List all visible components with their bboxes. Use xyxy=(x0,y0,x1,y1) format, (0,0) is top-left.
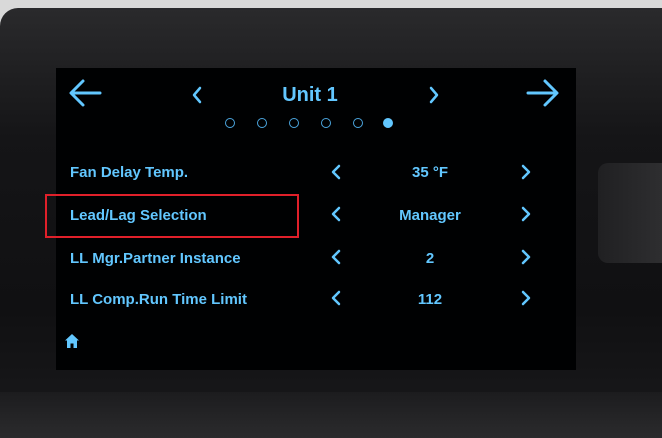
arrow-right-icon xyxy=(526,79,559,107)
forward-arrow-icon[interactable] xyxy=(526,78,560,114)
home-button[interactable] xyxy=(64,333,80,349)
page-dot xyxy=(353,118,363,128)
chevron-left-icon xyxy=(331,206,341,222)
page-dot-active xyxy=(383,118,393,128)
chevron-right-icon xyxy=(521,249,531,265)
setting-value-lead-lag-selection: Manager xyxy=(399,207,461,224)
next-unit-button[interactable] xyxy=(428,86,440,108)
chevron-left-icon xyxy=(331,249,341,265)
home-icon xyxy=(65,334,79,348)
arrow-left-icon xyxy=(69,79,102,107)
decrease-ll-comp-run-time-limit-button[interactable] xyxy=(330,289,342,310)
increase-lead-lag-selection-button[interactable] xyxy=(520,205,532,226)
page-dot xyxy=(289,118,299,128)
prev-unit-button[interactable] xyxy=(191,86,203,108)
setting-value-fan-delay-temp: 35 °F xyxy=(411,164,448,181)
setting-value-ll-comp-run-time-limit: 112 xyxy=(417,291,443,308)
chevron-right-icon xyxy=(521,206,531,222)
increase-fan-delay-temp-button[interactable] xyxy=(520,163,532,184)
page-title: Unit 1 xyxy=(282,84,338,106)
page-dot xyxy=(321,118,331,128)
chevron-left-icon xyxy=(331,164,341,180)
page-dot xyxy=(225,118,235,128)
setting-value-ll-mgr-partner-instance: 2 xyxy=(425,250,435,267)
chevron-right-icon xyxy=(429,86,439,104)
increase-ll-mgr-partner-instance-button[interactable] xyxy=(520,248,532,269)
device-bezel-bottom xyxy=(0,392,662,438)
chevron-left-icon xyxy=(192,86,202,104)
setting-label-lead-lag-selection: Lead/Lag Selection xyxy=(70,207,207,224)
increase-ll-comp-run-time-limit-button[interactable] xyxy=(520,289,532,310)
decrease-ll-mgr-partner-instance-button[interactable] xyxy=(330,248,342,269)
decrease-lead-lag-selection-button[interactable] xyxy=(330,205,342,226)
chevron-left-icon xyxy=(331,290,341,306)
setting-label-fan-delay-temp: Fan Delay Temp. xyxy=(70,164,189,181)
setting-label-ll-mgr-partner-instance: LL Mgr.Partner Instance xyxy=(70,250,241,267)
back-arrow-icon[interactable] xyxy=(68,78,102,114)
page-dot xyxy=(257,118,267,128)
device-side-button xyxy=(598,163,662,263)
setting-label-ll-comp-run-time-limit: LL Comp.Run Time Limit xyxy=(70,291,247,308)
chevron-right-icon xyxy=(521,290,531,306)
decrease-fan-delay-temp-button[interactable] xyxy=(330,163,342,184)
chevron-right-icon xyxy=(521,164,531,180)
